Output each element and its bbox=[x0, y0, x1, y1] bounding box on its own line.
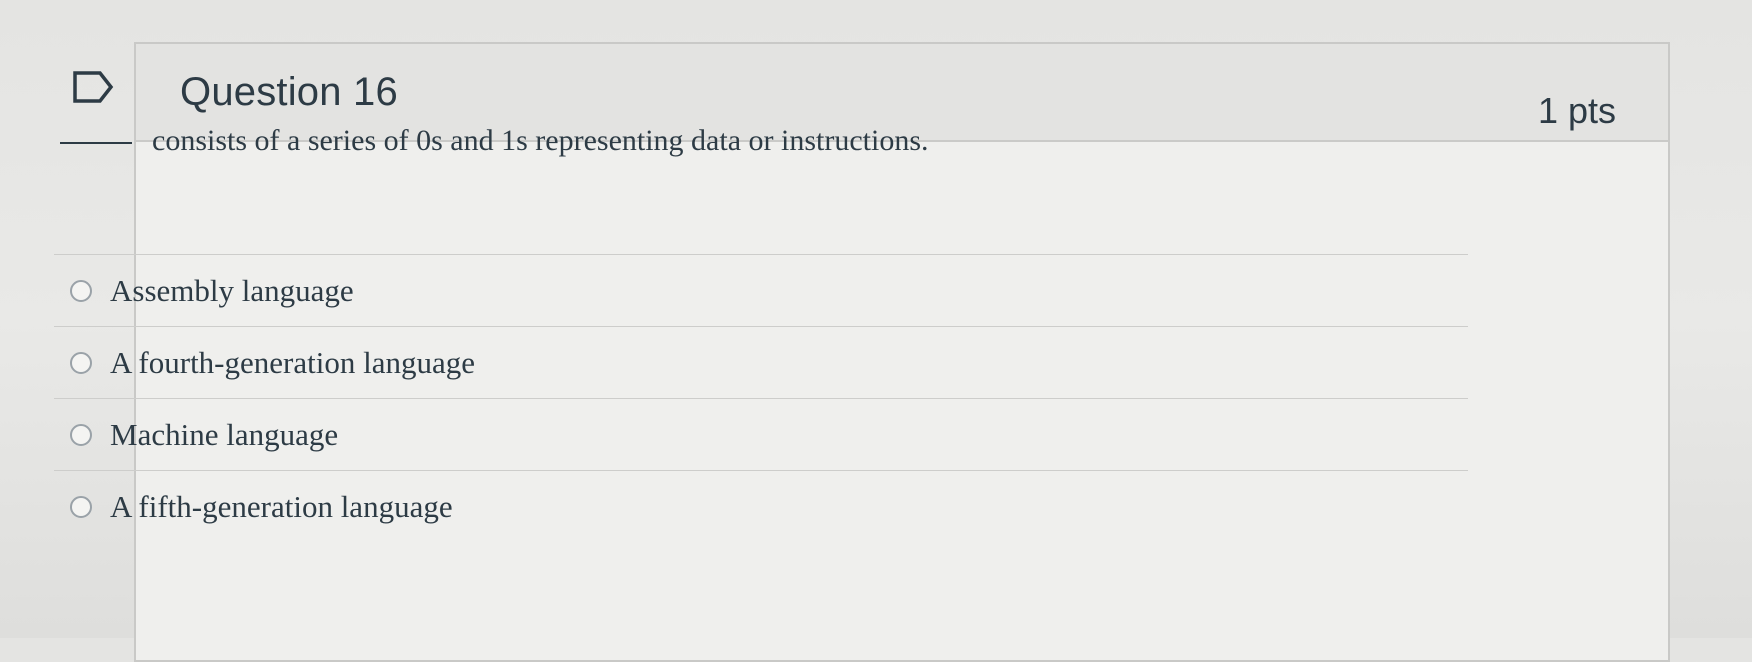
radio-unchecked-icon[interactable] bbox=[70, 423, 92, 446]
answer-option[interactable]: Assembly language bbox=[54, 254, 1468, 326]
question-points: 1 pts bbox=[1537, 90, 1616, 131]
question-title: Question 16 bbox=[180, 70, 398, 114]
answer-option[interactable]: A fourth-generation language bbox=[54, 326, 1468, 398]
question-text: consists of a series of 0s and 1s repres… bbox=[60, 124, 929, 158]
flag-question-icon[interactable] bbox=[72, 70, 114, 104]
radio-unchecked-icon[interactable] bbox=[70, 351, 92, 374]
answer-label[interactable]: Machine language bbox=[110, 417, 338, 453]
answer-label[interactable]: A fourth-generation language bbox=[110, 345, 475, 381]
answer-list: Assembly language A fourth-generation la… bbox=[54, 254, 1468, 542]
answer-option[interactable]: Machine language bbox=[54, 398, 1468, 470]
fill-in-blank bbox=[60, 142, 132, 144]
answer-label[interactable]: Assembly language bbox=[110, 273, 354, 309]
answer-option[interactable]: A fifth-generation language bbox=[54, 470, 1468, 542]
answer-label[interactable]: A fifth-generation language bbox=[110, 489, 453, 525]
radio-unchecked-icon[interactable] bbox=[70, 495, 92, 518]
radio-unchecked-icon[interactable] bbox=[70, 279, 92, 302]
question-text-content: consists of a series of 0s and 1s repres… bbox=[152, 124, 929, 157]
